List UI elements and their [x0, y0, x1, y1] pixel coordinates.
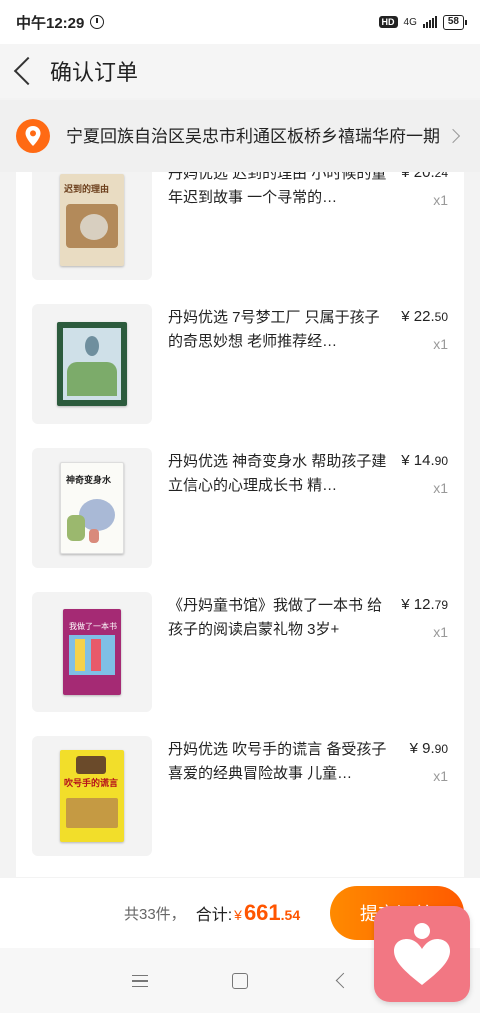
cover-title: 神奇变身水 — [66, 476, 112, 486]
home-icon[interactable] — [232, 973, 248, 989]
product-thumbnail: 我做了一本书 — [32, 592, 152, 712]
heart-person-icon — [394, 923, 450, 985]
page-title: 确认订单 — [50, 60, 139, 85]
book-cover-image — [57, 322, 127, 406]
network-label: 4G — [403, 16, 417, 28]
cover-title: 我做了一本书 — [69, 622, 117, 631]
status-time: 中午12:29 — [16, 14, 85, 32]
address-row[interactable]: 宁夏回族自治区吴忠市利通区板桥乡禧瑞华府一期 — [0, 100, 480, 172]
signal-icon — [422, 16, 437, 28]
floating-heart-button[interactable] — [374, 906, 470, 1002]
alarm-icon — [90, 15, 105, 29]
product-title: 丹妈优选 迟到的理由 小时候的童年迟到故事 一个寻常的… — [168, 172, 387, 206]
product-title: 《丹妈童书馆》我做了一本书 给孩子的阅读启蒙礼物 3岁+ — [168, 597, 383, 638]
product-price: ¥ 20.24 — [401, 172, 448, 181]
page-header: 确认订单 — [0, 44, 480, 98]
hd-badge: HD — [378, 16, 398, 28]
cover-title: 吹号手的谎言 — [64, 779, 119, 789]
product-thumbnail — [32, 304, 152, 424]
product-qty: x1 — [433, 768, 448, 784]
status-bar: 中午12:29 HD 4G 58 — [0, 0, 480, 44]
product-qty: x1 — [433, 192, 448, 208]
item-count: 共33件， — [124, 905, 186, 923]
product-title: 丹妈优选 吹号手的谎言 备受孩子喜爱的经典冒险故事 儿童… — [168, 741, 387, 782]
list-item[interactable]: 迟到的理由 丹妈优选 迟到的理由 小时候的童年迟到故事 一个寻常的… ¥ 20.… — [16, 172, 464, 280]
chevron-right-icon — [445, 128, 461, 144]
product-qty: x1 — [433, 336, 448, 352]
product-price: ¥ 14.90 — [401, 452, 448, 469]
address-text: 宁夏回族自治区吴忠市利通区板桥乡禧瑞华府一期 — [66, 126, 440, 146]
product-price: ¥ 22.50 — [401, 308, 448, 325]
total-amount: ¥ 661 .54 — [234, 900, 301, 925]
product-price: ¥ 9.90 — [409, 740, 448, 757]
product-thumbnail: 迟到的理由 — [32, 172, 152, 280]
back-icon[interactable] — [13, 56, 43, 86]
product-price: ¥ 12.79 — [401, 596, 448, 613]
product-qty: x1 — [433, 480, 448, 496]
list-item[interactable]: 神奇变身水 丹妈优选 神奇变身水 帮助孩子建立信心的心理成长书 精… ¥ 14.… — [16, 448, 464, 568]
order-item-list[interactable]: 迟到的理由 丹妈优选 迟到的理由 小时候的童年迟到故事 一个寻常的… ¥ 20.… — [16, 172, 464, 877]
location-pin-icon — [16, 119, 50, 153]
battery-icon: 58 — [442, 14, 468, 30]
book-cover-image: 我做了一本书 — [63, 609, 121, 695]
book-cover-image: 迟到的理由 — [60, 174, 124, 266]
product-title: 丹妈优选 神奇变身水 帮助孩子建立信心的心理成长书 精… — [168, 453, 387, 494]
product-thumbnail: 神奇变身水 — [32, 448, 152, 568]
cover-title: 迟到的理由 — [64, 185, 110, 195]
book-cover-image: 吹号手的谎言 — [60, 750, 124, 842]
product-qty: x1 — [433, 624, 448, 640]
product-title: 丹妈优选 7号梦工厂 只属于孩子的奇思妙想 老师推荐经… — [168, 309, 380, 350]
list-item[interactable]: 丹妈优选 7号梦工厂 只属于孩子的奇思妙想 老师推荐经… ¥ 22.50 x1 — [16, 304, 464, 424]
menu-icon[interactable] — [132, 975, 148, 987]
book-cover-image: 神奇变身水 — [60, 462, 124, 554]
product-thumbnail: 吹号手的谎言 — [32, 736, 152, 856]
total-label: 合计: — [195, 907, 233, 924]
status-icons: HD 4G 58 — [378, 14, 468, 30]
list-item[interactable]: 吹号手的谎言 丹妈优选 吹号手的谎言 备受孩子喜爱的经典冒险故事 儿童… ¥ 9… — [16, 736, 464, 856]
list-item[interactable]: 我做了一本书 《丹妈童书馆》我做了一本书 给孩子的阅读启蒙礼物 3岁+ ¥ 12… — [16, 592, 464, 712]
nav-back-icon[interactable] — [335, 972, 352, 989]
